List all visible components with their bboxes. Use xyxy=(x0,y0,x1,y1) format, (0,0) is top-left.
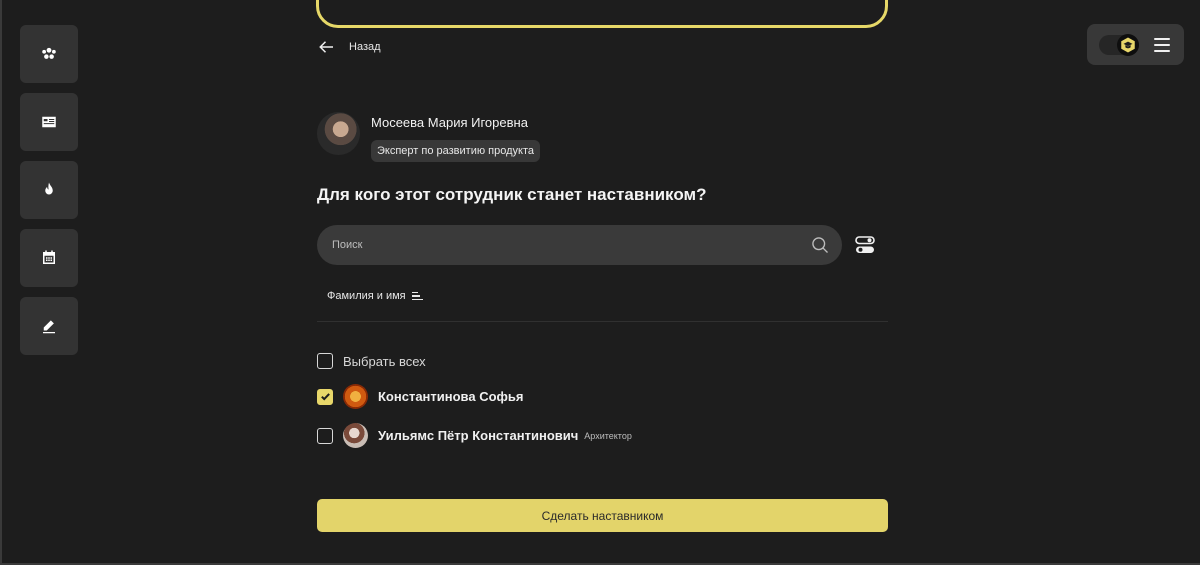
menu-icon[interactable] xyxy=(1154,37,1170,52)
sidebar-item-calendar[interactable] xyxy=(20,229,78,287)
select-all-row[interactable]: Выбрать всех xyxy=(317,353,426,369)
check-icon xyxy=(320,393,330,401)
toggle-knob xyxy=(1117,33,1139,56)
top-controls xyxy=(1087,24,1184,65)
divider xyxy=(317,321,888,322)
top-card xyxy=(316,0,888,28)
sidebar-item-fire[interactable] xyxy=(20,161,78,219)
select-all-label: Выбрать всех xyxy=(343,353,426,369)
edit-icon xyxy=(43,320,55,334)
search-icon[interactable] xyxy=(810,235,830,255)
filter-toggle-icon[interactable] xyxy=(855,236,875,254)
page-title: Для кого этот сотрудник станет наставник… xyxy=(317,185,707,204)
sort-icon xyxy=(411,291,423,301)
graduation-cap-icon xyxy=(1121,37,1135,52)
sort-label: Фамилия и имя xyxy=(327,290,406,302)
person-name: Константинова Софья xyxy=(378,389,524,404)
back-link[interactable]: Назад xyxy=(318,38,381,56)
arrow-left-icon xyxy=(319,41,333,53)
person-checkbox[interactable] xyxy=(317,388,333,405)
list-item[interactable]: Константинова Софья xyxy=(317,384,524,409)
profile-role-badge: Эксперт по развитию продукта xyxy=(371,140,540,162)
sidebar xyxy=(20,25,80,365)
sidebar-item-team[interactable] xyxy=(20,25,78,83)
news-icon xyxy=(42,116,56,128)
select-all-checkbox[interactable] xyxy=(317,353,333,369)
person-role: Архитектор xyxy=(584,430,632,441)
search-input[interactable] xyxy=(332,239,810,251)
mode-toggle[interactable] xyxy=(1099,33,1139,56)
avatar xyxy=(343,384,368,409)
calendar-icon xyxy=(43,250,55,264)
make-mentor-button[interactable]: Сделать наставником xyxy=(317,499,888,532)
sidebar-item-news[interactable] xyxy=(20,93,78,151)
search-bar xyxy=(317,225,842,265)
avatar xyxy=(343,423,368,448)
sidebar-item-edit[interactable] xyxy=(20,297,78,355)
back-label: Назад xyxy=(349,41,381,53)
fire-icon xyxy=(45,182,53,195)
person-name: Уильямс Пётр Константинович xyxy=(378,428,579,443)
profile-name: Мосеева Мария Игоревна xyxy=(371,115,528,130)
employee-profile: Мосеева Мария Игоревна Эксперт по развит… xyxy=(317,112,540,162)
team-icon xyxy=(42,47,56,59)
avatar xyxy=(317,112,360,155)
person-checkbox[interactable] xyxy=(317,427,333,444)
list-item[interactable]: Уильямс Пётр Константинович Архитектор xyxy=(317,423,632,448)
sort-button[interactable]: Фамилия и имя xyxy=(327,290,423,302)
